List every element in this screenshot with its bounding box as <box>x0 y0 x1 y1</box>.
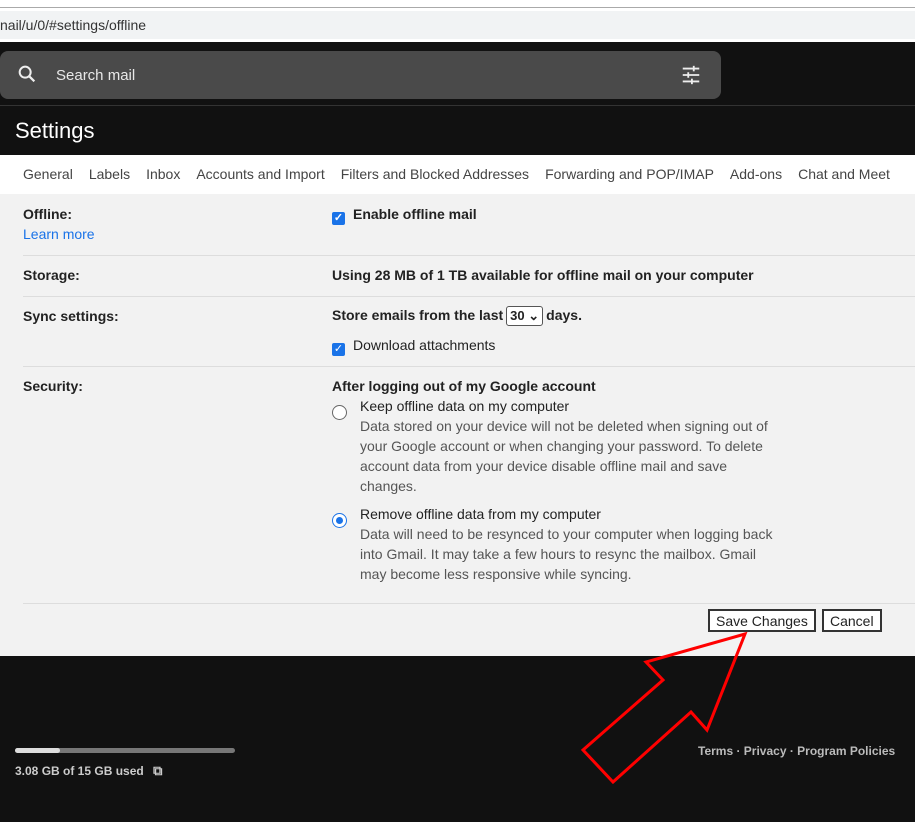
annotation-arrow <box>580 631 748 785</box>
red-arrow-shape <box>580 631 748 785</box>
